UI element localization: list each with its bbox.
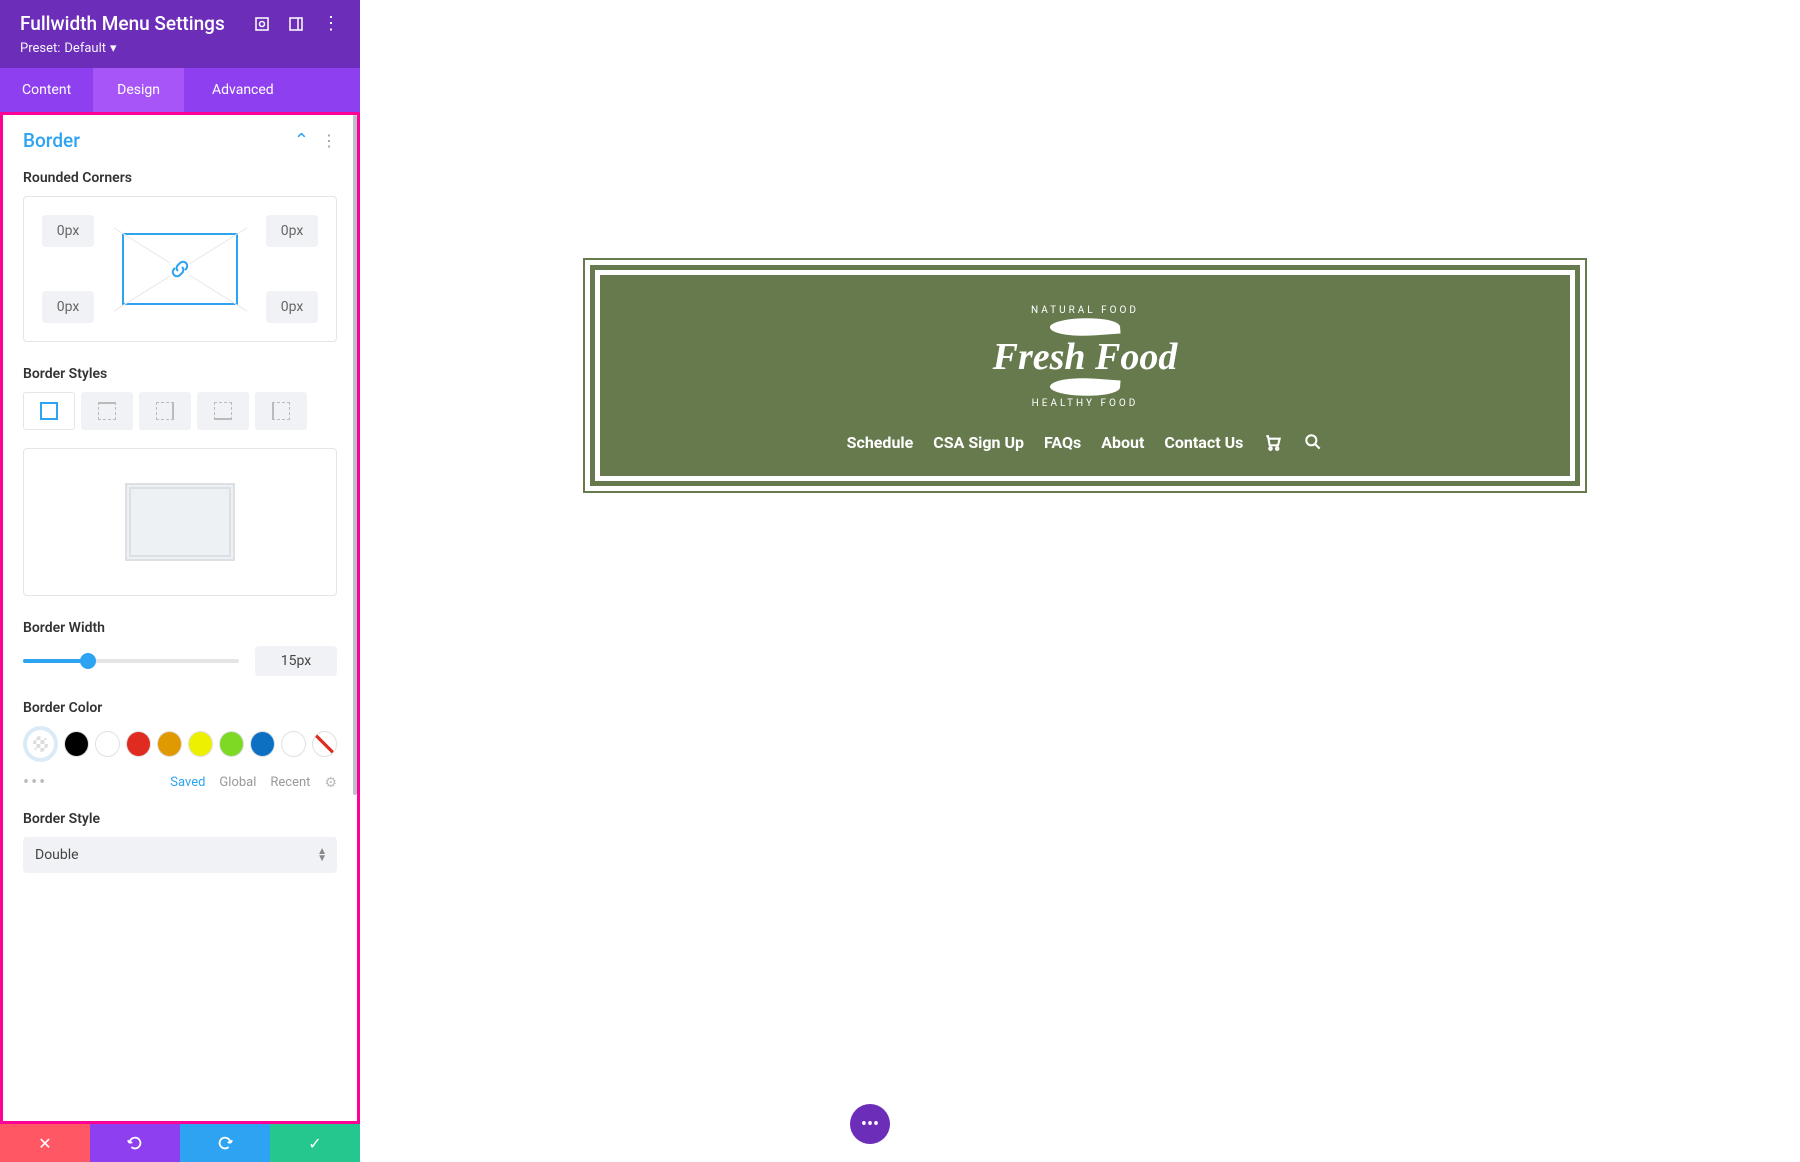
preset-value: Default xyxy=(64,41,106,56)
border-width-label: Border Width xyxy=(23,620,337,636)
logo-bottom-text: HEALTHY FOOD xyxy=(993,398,1178,409)
nav-contact[interactable]: Contact Us xyxy=(1164,433,1243,452)
swatch-orange[interactable] xyxy=(157,731,182,757)
swatch-black[interactable] xyxy=(64,731,89,757)
color-swatches xyxy=(23,726,337,762)
responsive-icon[interactable] xyxy=(288,16,304,32)
cart-icon[interactable] xyxy=(1263,432,1283,452)
expand-icon[interactable] xyxy=(254,16,270,32)
scrollbar[interactable] xyxy=(353,115,357,795)
section-header: Border ⌃ ⋮ xyxy=(23,129,337,152)
redo-icon xyxy=(216,1134,234,1152)
swatch-green[interactable] xyxy=(219,731,244,757)
swatch-none[interactable] xyxy=(312,731,337,757)
slider-thumb[interactable] xyxy=(80,653,96,669)
design-panel: Border ⌃ ⋮ Rounded Corners Border Styles xyxy=(0,112,360,1124)
fab-more-button[interactable]: ••• xyxy=(850,1104,890,1144)
corner-br-input[interactable] xyxy=(266,291,318,323)
border-preview-inner xyxy=(125,483,235,561)
border-preview xyxy=(23,448,337,596)
fullwidth-menu-preview[interactable]: NATURAL FOOD Fresh Food HEALTHY FOOD Sch… xyxy=(585,260,1585,491)
border-style-top[interactable] xyxy=(81,392,133,430)
border-styles-row xyxy=(23,392,337,430)
color-tab-saved[interactable]: Saved xyxy=(170,775,205,790)
tab-design[interactable]: Design xyxy=(93,68,184,112)
swatch-red[interactable] xyxy=(126,731,151,757)
preset-selector[interactable]: Preset: Default ▾ xyxy=(20,41,340,56)
color-tab-global[interactable]: Global xyxy=(219,775,256,790)
link-corners-toggle[interactable] xyxy=(122,233,238,305)
save-button[interactable]: ✓ xyxy=(270,1124,360,1162)
leaf-icon xyxy=(1049,376,1120,399)
redo-button[interactable] xyxy=(180,1124,270,1162)
page-canvas: NATURAL FOOD Fresh Food HEALTHY FOOD Sch… xyxy=(370,0,1800,1162)
chevron-down-icon: ▾ xyxy=(110,41,117,56)
border-styles-label: Border Styles xyxy=(23,366,337,382)
section-title: Border xyxy=(23,129,80,152)
settings-tabs: Content Design Advanced xyxy=(0,68,360,112)
color-picker-button[interactable] xyxy=(23,726,58,762)
swatch-white2[interactable] xyxy=(281,731,306,757)
preset-label: Preset: xyxy=(20,41,60,56)
undo-button[interactable] xyxy=(90,1124,180,1162)
border-style-right[interactable] xyxy=(139,392,191,430)
rounded-corners-label: Rounded Corners xyxy=(23,170,337,186)
border-width-input[interactable] xyxy=(255,646,337,676)
more-icon[interactable]: ⋮ xyxy=(322,15,340,33)
logo-main-text: Fresh Food xyxy=(993,338,1178,376)
border-style-all[interactable] xyxy=(23,392,75,430)
logo-top-text: NATURAL FOOD xyxy=(993,305,1178,316)
border-width-slider[interactable] xyxy=(23,659,239,663)
border-style-label: Border Style xyxy=(23,811,337,827)
color-tab-recent[interactable]: Recent xyxy=(270,775,310,790)
settings-sidebar: Fullwidth Menu Settings ⋮ Preset: Defaul… xyxy=(0,0,360,1162)
border-color-label: Border Color xyxy=(23,700,337,716)
border-style-select[interactable]: Double xyxy=(23,837,337,873)
nav-schedule[interactable]: Schedule xyxy=(847,433,914,452)
cancel-button[interactable]: ✕ xyxy=(0,1124,90,1162)
search-icon[interactable] xyxy=(1303,432,1323,452)
menu-nav: Schedule CSA Sign Up FAQs About Contact … xyxy=(600,432,1570,452)
link-icon xyxy=(170,259,190,279)
section-more-icon[interactable]: ⋮ xyxy=(321,131,337,150)
logo[interactable]: NATURAL FOOD Fresh Food HEALTHY FOOD xyxy=(600,305,1570,410)
undo-icon xyxy=(126,1134,144,1152)
palette-dots-icon[interactable]: ••• xyxy=(23,772,47,793)
nav-about[interactable]: About xyxy=(1101,433,1144,452)
gear-icon[interactable]: ⚙ xyxy=(324,775,337,791)
nav-faqs[interactable]: FAQs xyxy=(1044,433,1081,452)
leaf-icon xyxy=(1049,316,1120,339)
swatch-blue[interactable] xyxy=(250,731,275,757)
corner-bl-input[interactable] xyxy=(42,291,94,323)
panel-title: Fullwidth Menu Settings xyxy=(20,12,225,35)
color-tabs: ••• Saved Global Recent ⚙ xyxy=(23,772,337,793)
border-style-left[interactable] xyxy=(255,392,307,430)
swatch-yellow[interactable] xyxy=(188,731,213,757)
corner-tr-input[interactable] xyxy=(266,215,318,247)
border-style-bottom[interactable] xyxy=(197,392,249,430)
corner-tl-input[interactable] xyxy=(42,215,94,247)
rounded-corners-control xyxy=(23,196,337,342)
panel-header: Fullwidth Menu Settings ⋮ Preset: Defaul… xyxy=(0,0,360,68)
panel-footer: ✕ ✓ xyxy=(0,1124,360,1162)
tab-content[interactable]: Content xyxy=(0,68,93,112)
nav-csa-signup[interactable]: CSA Sign Up xyxy=(933,433,1024,452)
swatch-white[interactable] xyxy=(95,731,120,757)
tab-advanced[interactable]: Advanced xyxy=(184,68,302,112)
collapse-icon[interactable]: ⌃ xyxy=(294,130,309,151)
